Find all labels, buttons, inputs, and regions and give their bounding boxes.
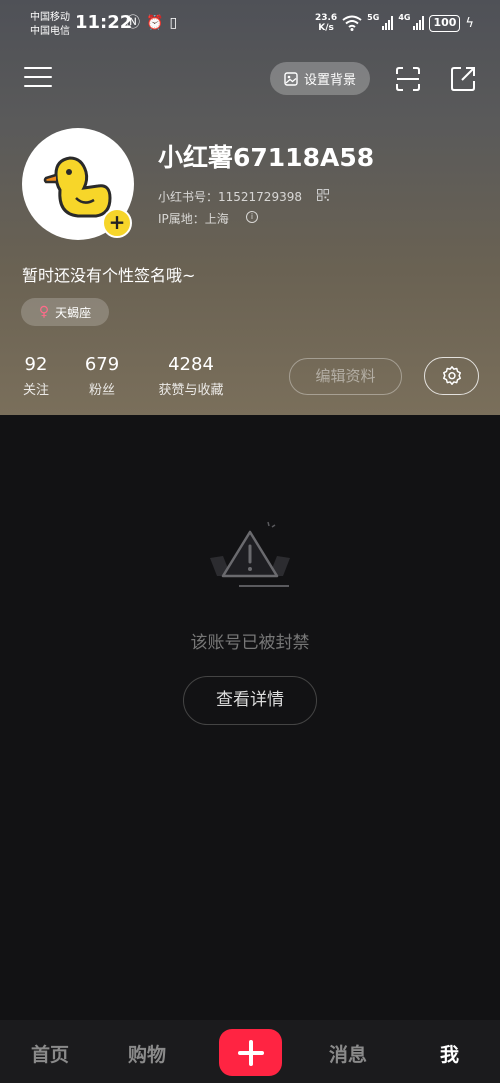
share-icon[interactable] (449, 65, 477, 93)
scan-icon[interactable] (395, 66, 421, 92)
following-count: 92 (24, 354, 48, 375)
info-icon[interactable]: i (246, 211, 258, 223)
carrier-1: 中国移动 (30, 12, 70, 23)
tab-me[interactable]: 我 (440, 1040, 459, 1067)
carrier-2: 中国电信 (30, 26, 70, 37)
zodiac-tag[interactable]: ♀ 天蝎座 (21, 298, 109, 326)
add-avatar-button[interactable]: + (102, 208, 132, 238)
followers-count: 679 (84, 354, 120, 375)
network-speed: 23.6 K/s (315, 13, 337, 33)
status-time: 11:22 (75, 12, 133, 33)
alarm-icon: ⏰ (146, 15, 164, 31)
image-icon (284, 71, 298, 86)
tab-shop[interactable]: 购物 (128, 1040, 166, 1067)
charging-icon: ϟ (465, 15, 474, 31)
post-button[interactable] (219, 1029, 282, 1076)
zodiac-label: 天蝎座 (55, 305, 92, 320)
edit-profile-button[interactable]: 编辑资料 (289, 358, 402, 395)
menu-icon[interactable] (24, 67, 52, 91)
banned-message: 该账号已被封禁 (190, 633, 310, 653)
stat-following[interactable]: 92 关注 (20, 354, 52, 398)
bottom-tab-bar: 首页 购物 消息 我 (0, 1020, 500, 1083)
xhs-id: 小红书号：11521729398 (158, 190, 302, 204)
signal-icon-1 (382, 16, 394, 30)
set-background-label: 设置背景 (303, 73, 356, 88)
battery-indicator: 100 (429, 14, 461, 32)
vibrate-icon: ▯ (169, 15, 178, 31)
likes-label: 获赞与收藏 (158, 383, 224, 398)
wifi-icon (342, 15, 362, 31)
status-bar: 中国移动 中国电信 11:22 Ⓝ ⏰ ▯ 23.6 K/s 5G 4G 100 (0, 0, 500, 50)
likes-count: 4284 (168, 354, 214, 375)
qr-code-icon[interactable] (317, 189, 329, 201)
speed-value: 23.6 (314, 13, 338, 23)
settings-button[interactable] (424, 357, 479, 395)
speed-unit: K/s (318, 23, 334, 33)
gear-icon (442, 366, 461, 385)
tab-home[interactable]: 首页 (31, 1040, 69, 1067)
signal-icon-2 (413, 16, 425, 30)
network-type-1: 5G (367, 13, 380, 22)
status-icons-right: 23.6 K/s 5G 4G 100 ϟ (315, 13, 474, 33)
carrier-info: 中国移动 中国电信 (30, 11, 70, 39)
followers-label: 粉丝 (88, 383, 115, 398)
stat-followers[interactable]: 679 粉丝 (82, 354, 122, 398)
female-icon: ♀ (38, 304, 50, 320)
nickname: 小红薯67118A58 (158, 143, 375, 172)
tab-messages[interactable]: 消息 (329, 1040, 367, 1067)
set-background-button[interactable]: 设置背景 (270, 62, 370, 95)
network-type-2: 4G (398, 13, 411, 22)
plus-icon (237, 1039, 264, 1066)
status-icons-left: Ⓝ ⏰ ▯ (126, 14, 177, 32)
warning-icon (210, 521, 290, 587)
stat-likes[interactable]: 4284 获赞与收藏 (150, 354, 232, 398)
ip-location: IP属地：上海 (158, 212, 229, 226)
profile-header: 中国移动 中国电信 11:22 Ⓝ ⏰ ▯ 23.6 K/s 5G 4G 100 (0, 0, 500, 415)
bio[interactable]: 暂时还没有个性签名哦~ (22, 262, 195, 286)
nfc-icon: Ⓝ (126, 15, 140, 31)
following-label: 关注 (22, 383, 49, 398)
view-details-button[interactable]: 查看详情 (183, 676, 317, 725)
